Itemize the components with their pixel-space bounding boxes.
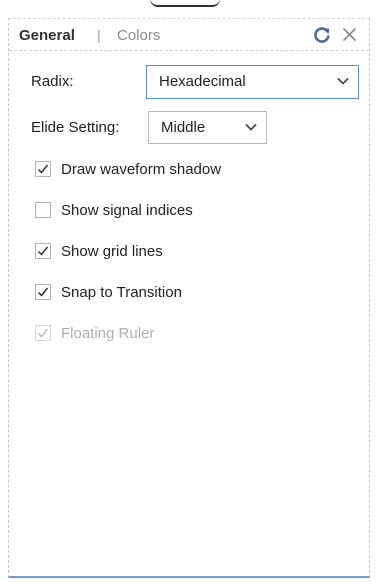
tab-colors[interactable]: Colors [117, 27, 160, 45]
checkbox-box[interactable] [35, 202, 51, 218]
checkbox-box [35, 325, 51, 341]
checkmark-icon [37, 328, 49, 338]
panel-header: General | Colors [9, 19, 369, 51]
radix-select[interactable]: Hexadecimal [146, 65, 359, 99]
checkbox-label: Show grid lines [61, 243, 163, 260]
tab-general[interactable]: General [19, 27, 75, 45]
checkmark-icon [37, 164, 49, 174]
checkmark-icon [37, 246, 49, 256]
refresh-icon[interactable] [311, 24, 333, 46]
radix-label: Radix: [31, 73, 74, 90]
checkbox-box[interactable] [35, 161, 51, 177]
window-top-fragment [0, 0, 379, 18]
tab-separator: | [97, 27, 101, 43]
radix-value: Hexadecimal [159, 73, 246, 90]
checkbox-label: Draw waveform shadow [61, 161, 222, 178]
clipped-title-fragment [150, 0, 220, 7]
checkbox-label: Floating Ruler [61, 325, 155, 342]
checkbox-label: Show signal indices [61, 202, 193, 219]
close-icon[interactable] [339, 24, 361, 46]
elide-setting-value: Middle [161, 119, 206, 136]
checkbox-box[interactable] [35, 243, 51, 259]
elide-setting-select[interactable]: Middle [148, 111, 267, 144]
chevron-down-icon [245, 123, 257, 131]
waveform-settings-panel: General | Colors Radix: Hexadecimal Elid… [8, 18, 370, 578]
checkmark-icon [37, 287, 49, 297]
checkbox-box[interactable] [35, 284, 51, 300]
checkbox-label: Snap to Transition [61, 284, 182, 301]
chevron-down-icon [337, 77, 349, 85]
elide-setting-label: Elide Setting: [31, 119, 120, 136]
